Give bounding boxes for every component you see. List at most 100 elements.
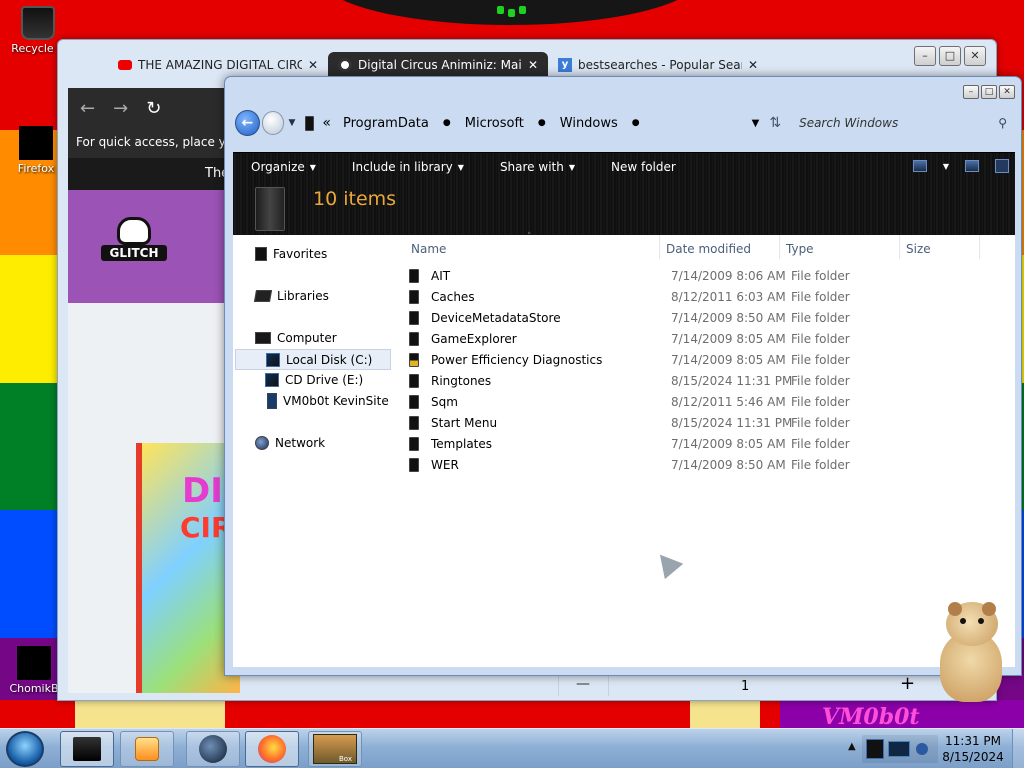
glitch-logo[interactable]: GLITCH — [101, 217, 167, 273]
back-arrow-icon[interactable]: ← — [80, 98, 95, 119]
file-row[interactable]: Power Efficiency Diagnostics 7/14/2009 8… — [403, 349, 1003, 370]
tab-close-icon[interactable]: ✕ — [308, 58, 318, 72]
file-row[interactable]: Start Menu 8/15/2024 11:31 PM File folde… — [403, 412, 1003, 433]
desktop-icon-chomikbox[interactable]: ChomikB — [4, 646, 64, 695]
refresh-icon[interactable]: ⇅ — [769, 115, 781, 131]
site-banner: GLITCH — [68, 190, 238, 303]
breadcrumb-windows[interactable]: Windows — [560, 116, 618, 131]
nav-libraries[interactable]: Libraries — [253, 289, 329, 303]
file-type: File folder — [791, 332, 850, 346]
file-row[interactable]: Templates 7/14/2009 8:05 AM File folder — [403, 433, 1003, 454]
file-row[interactable]: DeviceMetadataStore 7/14/2009 8:50 AM Fi… — [403, 307, 1003, 328]
view-options-chevron-icon[interactable]: ▼ — [943, 162, 949, 171]
show-hidden-icons-icon[interactable]: ▲ — [848, 741, 856, 752]
new-folder-button[interactable]: New folder — [593, 160, 694, 174]
back-button[interactable]: ← — [235, 110, 260, 136]
file-row[interactable]: Sqm 8/12/2011 5:46 AM File folder — [403, 391, 1003, 412]
file-row[interactable]: Caches 8/12/2011 6:03 AM File folder — [403, 286, 1003, 307]
help-icon[interactable] — [995, 159, 1009, 173]
nav-favorites[interactable]: Favorites — [255, 247, 327, 261]
file-type: File folder — [791, 395, 850, 409]
file-row[interactable]: AIT 7/14/2009 8:06 AM File folder — [403, 265, 1003, 286]
taskbar-chomikbox-button[interactable]: Box — [308, 731, 362, 767]
file-row[interactable]: WER 7/14/2009 8:50 AM File folder — [403, 454, 1003, 475]
file-name: DeviceMetadataStore — [431, 311, 561, 325]
column-divider[interactable] — [659, 235, 660, 259]
breadcrumb-programdata[interactable]: ProgramData — [343, 116, 429, 131]
start-button[interactable] — [6, 731, 44, 767]
column-header-name[interactable]: Name — [411, 235, 446, 261]
navigation-pane: Favorites Libraries Computer Local Disk … — [233, 235, 393, 667]
reload-icon[interactable]: ↻ — [146, 98, 161, 119]
favorites-icon — [255, 247, 267, 261]
minimize-button[interactable]: – — [914, 46, 936, 66]
preview-pane-icon[interactable] — [965, 160, 979, 172]
hamster-ear — [982, 602, 996, 616]
zoom-out-button[interactable]: — — [576, 676, 590, 692]
tab-digital-circus-animiniz[interactable]: Digital Circus Animiniz: Main C ✕ — [328, 52, 548, 78]
tab-close-icon[interactable]: ✕ — [528, 58, 538, 72]
taskbar-media-player-button[interactable] — [120, 731, 174, 767]
tab-bestsearches[interactable]: y bestsearches - Popular Search T ✕ — [548, 52, 768, 78]
column-divider[interactable] — [979, 235, 980, 259]
youtube-icon — [118, 60, 132, 70]
search-input[interactable]: Search Windows ⚲ — [793, 111, 1013, 135]
minimize-button[interactable]: – — [963, 85, 979, 99]
column-divider[interactable] — [779, 235, 780, 259]
taskbar-firefox-button[interactable] — [245, 731, 299, 767]
forward-button[interactable] — [261, 111, 285, 135]
desktop-icon-label: ChomikB — [9, 682, 59, 695]
file-type: File folder — [791, 437, 850, 451]
address-dropdown-icon[interactable]: ▼ — [752, 118, 760, 129]
nav-vm0b0t-kevinsite[interactable]: VM0b0t KevinSite — [267, 393, 389, 409]
column-header-size[interactable]: Size — [906, 235, 931, 261]
wallpaper-eye-mid — [508, 9, 515, 17]
tray-display-icon[interactable] — [888, 741, 910, 757]
organize-menu[interactable]: Organize ▼ — [233, 160, 334, 174]
breadcrumb-microsoft[interactable]: Microsoft — [465, 116, 524, 131]
nav-network[interactable]: Network — [255, 436, 325, 450]
tray-network-icon[interactable] — [916, 743, 928, 755]
tab-amazing-digital-circus[interactable]: THE AMAZING DIGITAL CIRCUS ✕ — [108, 52, 328, 78]
share-with-menu[interactable]: Share with ▼ — [482, 160, 593, 174]
system-clock[interactable]: 11:31 PM 8/15/2024 — [940, 733, 1006, 765]
address-bar[interactable]: « ProgramData ● Microsoft ● Windows ● ▼ … — [301, 110, 793, 136]
skull-icon — [117, 217, 151, 245]
large-folder-icon — [255, 187, 285, 231]
search-icon[interactable]: ⚲ — [998, 116, 1007, 130]
page-header-bar: The — [68, 158, 238, 190]
recent-pages-dropdown-icon[interactable]: ▼ — [288, 118, 295, 128]
libraries-icon — [253, 290, 273, 302]
column-divider[interactable] — [899, 235, 900, 259]
column-header-type[interactable]: Type — [786, 235, 814, 261]
taskbar-network-button[interactable] — [186, 731, 240, 767]
folder-icon — [409, 458, 419, 472]
file-row[interactable]: Ringtones 8/15/2024 11:31 PM File folder — [403, 370, 1003, 391]
explorer-icon — [73, 737, 101, 761]
breadcrumb-separator-icon[interactable]: ● — [632, 118, 640, 128]
maximize-button[interactable]: □ — [981, 85, 997, 99]
show-desktop-button[interactable] — [1012, 729, 1024, 768]
tab-close-icon[interactable]: ✕ — [748, 58, 758, 72]
cd-drive-icon — [265, 373, 279, 387]
chevron-down-icon: ▼ — [309, 162, 316, 172]
maximize-button[interactable]: □ — [939, 46, 961, 66]
breadcrumb-separator-icon[interactable]: ● — [538, 118, 546, 128]
zoom-in-button[interactable]: + — [900, 673, 915, 694]
close-button[interactable]: ✕ — [964, 46, 986, 66]
taskbar-explorer-button[interactable] — [60, 731, 114, 767]
close-button[interactable]: ✕ — [999, 85, 1015, 99]
tray-app-icon[interactable] — [866, 739, 884, 759]
change-view-icon[interactable] — [912, 160, 927, 172]
file-row[interactable]: GameExplorer 7/14/2009 8:05 AM File fold… — [403, 328, 1003, 349]
firefox-icon — [19, 126, 53, 160]
nav-cd-drive-e[interactable]: CD Drive (E:) — [265, 373, 363, 387]
explorer-window[interactable]: – □ ✕ ← ▼ « ProgramData ● Microsoft ● Wi… — [224, 76, 1022, 676]
nav-computer[interactable]: Computer — [255, 331, 337, 345]
breadcrumb-overflow-icon[interactable]: « — [322, 115, 331, 131]
forward-arrow-icon[interactable]: → — [113, 98, 128, 119]
breadcrumb-separator-icon[interactable]: ● — [443, 118, 451, 128]
nav-local-disk-c[interactable]: Local Disk (C:) — [235, 349, 391, 370]
column-header-date-modified[interactable]: Date modified — [666, 235, 751, 261]
include-in-library-menu[interactable]: Include in library ▼ — [334, 160, 482, 174]
